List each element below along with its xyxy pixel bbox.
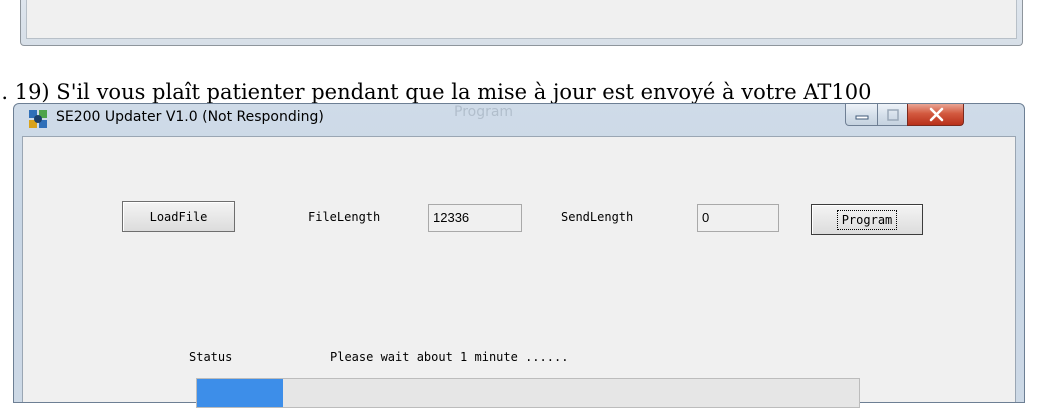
close-icon [929, 107, 944, 122]
app-icon [29, 110, 47, 128]
previous-window-fragment [20, 0, 1023, 46]
minimize-button[interactable] [845, 104, 878, 126]
window-client-area: LoadFile FileLength 12336 SendLength 0 P… [22, 136, 1016, 408]
document-caption: 9. 19) S'il vous plaît patienter pendant… [0, 80, 1038, 104]
progress-bar [196, 378, 860, 408]
file-length-label: FileLength [308, 210, 381, 224]
minimize-icon [855, 115, 869, 120]
file-length-field[interactable]: 12336 [428, 204, 522, 232]
send-length-label: SendLength [561, 210, 634, 224]
updater-window: SE200 Updater V1.0 (Not Responding) Prog… [13, 103, 1025, 408]
status-message: Please wait about 1 minute ...... [330, 350, 569, 364]
program-button-label: Program [836, 209, 898, 230]
maximize-icon [887, 109, 899, 121]
maximize-button[interactable] [877, 104, 908, 126]
previous-window-client [26, 0, 1017, 39]
caption-text: 9. 19) S'il vous plaît patienter pendant… [0, 80, 872, 104]
close-button[interactable] [907, 104, 964, 126]
status-label: Status [189, 350, 233, 364]
load-file-button[interactable]: LoadFile [122, 201, 235, 232]
title-bar[interactable]: SE200 Updater V1.0 (Not Responding) Prog… [14, 104, 1024, 136]
progress-fill [197, 379, 284, 407]
send-length-field[interactable]: 0 [697, 204, 779, 232]
program-button[interactable]: Program [811, 204, 923, 235]
ghost-title-text: Program [454, 104, 514, 120]
window-title: SE200 Updater V1.0 (Not Responding) [56, 109, 324, 125]
